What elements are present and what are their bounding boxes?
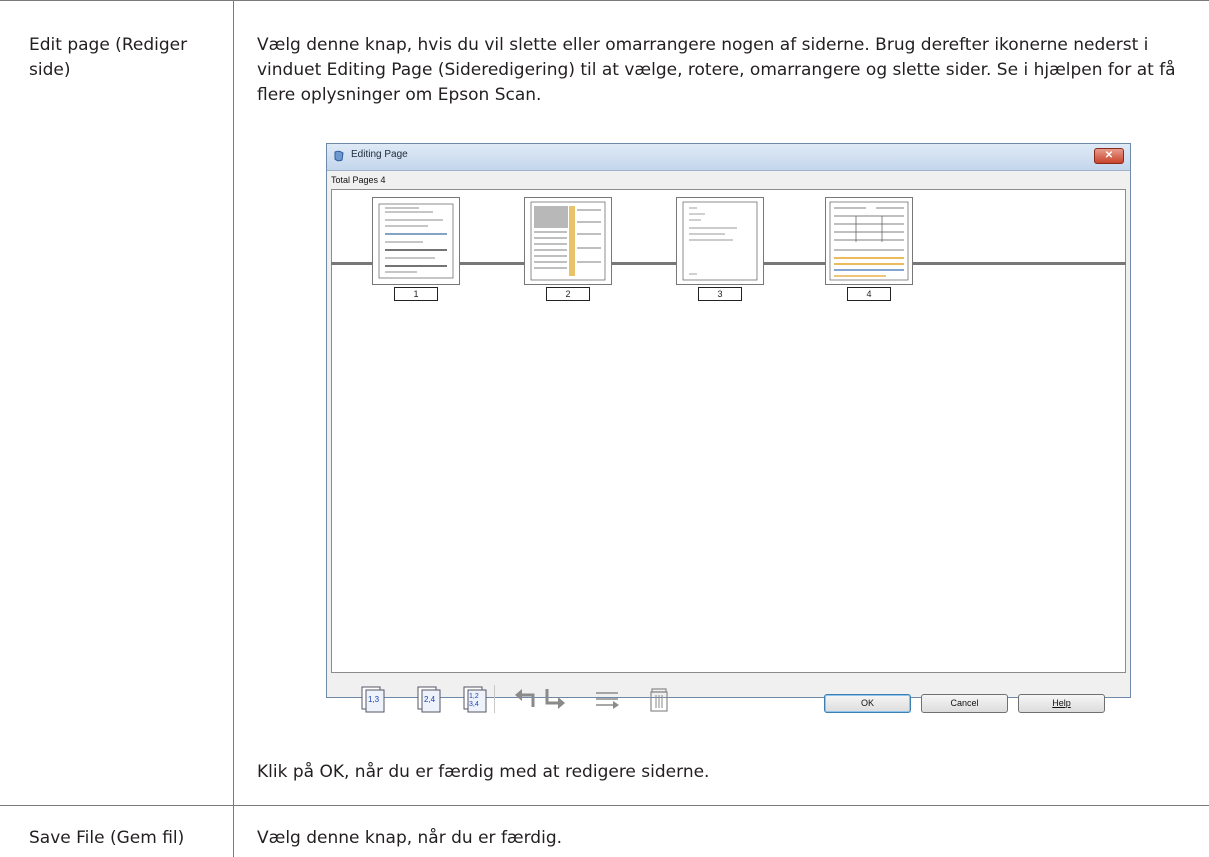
dialog-title: Editing Page — [351, 149, 408, 160]
reorder-pages-icon[interactable] — [593, 685, 621, 713]
select-all-pages-icon[interactable]: 1,2 3,4 — [461, 685, 489, 713]
toolbar-separator — [494, 685, 495, 713]
scanner-app-icon — [334, 150, 344, 162]
table-row-divider — [0, 805, 1209, 806]
close-button[interactable]: ✕ — [1094, 148, 1124, 164]
editing-page-dialog: Editing Page ✕ Total Pages 4 1 2 3 4 1,3… — [326, 143, 1131, 713]
select-odd-pages-icon[interactable]: 1,3 — [359, 685, 387, 713]
rotate-left-icon[interactable] — [511, 685, 539, 713]
cancel-button[interactable]: Cancel — [921, 694, 1008, 713]
page-preview-image — [825, 197, 913, 285]
rotate-right-icon[interactable] — [541, 685, 569, 713]
ok-button[interactable]: OK — [824, 694, 911, 713]
svg-text:1,2: 1,2 — [469, 693, 479, 700]
select-even-pages-icon[interactable]: 2,4 — [415, 685, 443, 713]
help-button[interactable]: Help — [1018, 694, 1105, 713]
page-thumbnail[interactable]: 2 — [524, 197, 612, 301]
page-number-label: 1 — [394, 287, 438, 301]
svg-text:1,3: 1,3 — [368, 695, 380, 704]
page-preview-area — [331, 265, 1126, 673]
page-number-label: 2 — [546, 287, 590, 301]
page-number-label: 4 — [847, 287, 891, 301]
dialog-titlebar: Editing Page ✕ — [327, 144, 1130, 171]
row-label-save-file: Save File (Gem fil) — [29, 828, 185, 848]
delete-page-icon[interactable] — [645, 685, 673, 713]
svg-text:3,4: 3,4 — [469, 701, 479, 708]
page-preview-image — [372, 197, 460, 285]
svg-text:2,4: 2,4 — [424, 695, 436, 704]
table-top-border — [0, 0, 1209, 1]
page-preview-image — [676, 197, 764, 285]
page-preview-image — [524, 197, 612, 285]
row-label-edit-page: Edit page (Rediger side) — [29, 35, 188, 80]
page-thumbnail[interactable]: 3 — [676, 197, 764, 301]
table-column-divider — [233, 0, 234, 857]
page-thumbnail[interactable]: 4 — [825, 197, 913, 301]
total-pages-label: Total Pages 4 — [331, 175, 386, 185]
row-note-edit-page: Klik på OK, når du er færdig med at redi… — [257, 762, 710, 782]
close-icon: ✕ — [1104, 150, 1114, 161]
row-description-save-file: Vælg denne knap, når du er færdig. — [257, 828, 563, 848]
page-number-label: 3 — [698, 287, 742, 301]
page-thumbnail[interactable]: 1 — [372, 197, 460, 301]
row-description-edit-page: Vælg denne knap, hvis du vil slette elle… — [257, 35, 1176, 105]
